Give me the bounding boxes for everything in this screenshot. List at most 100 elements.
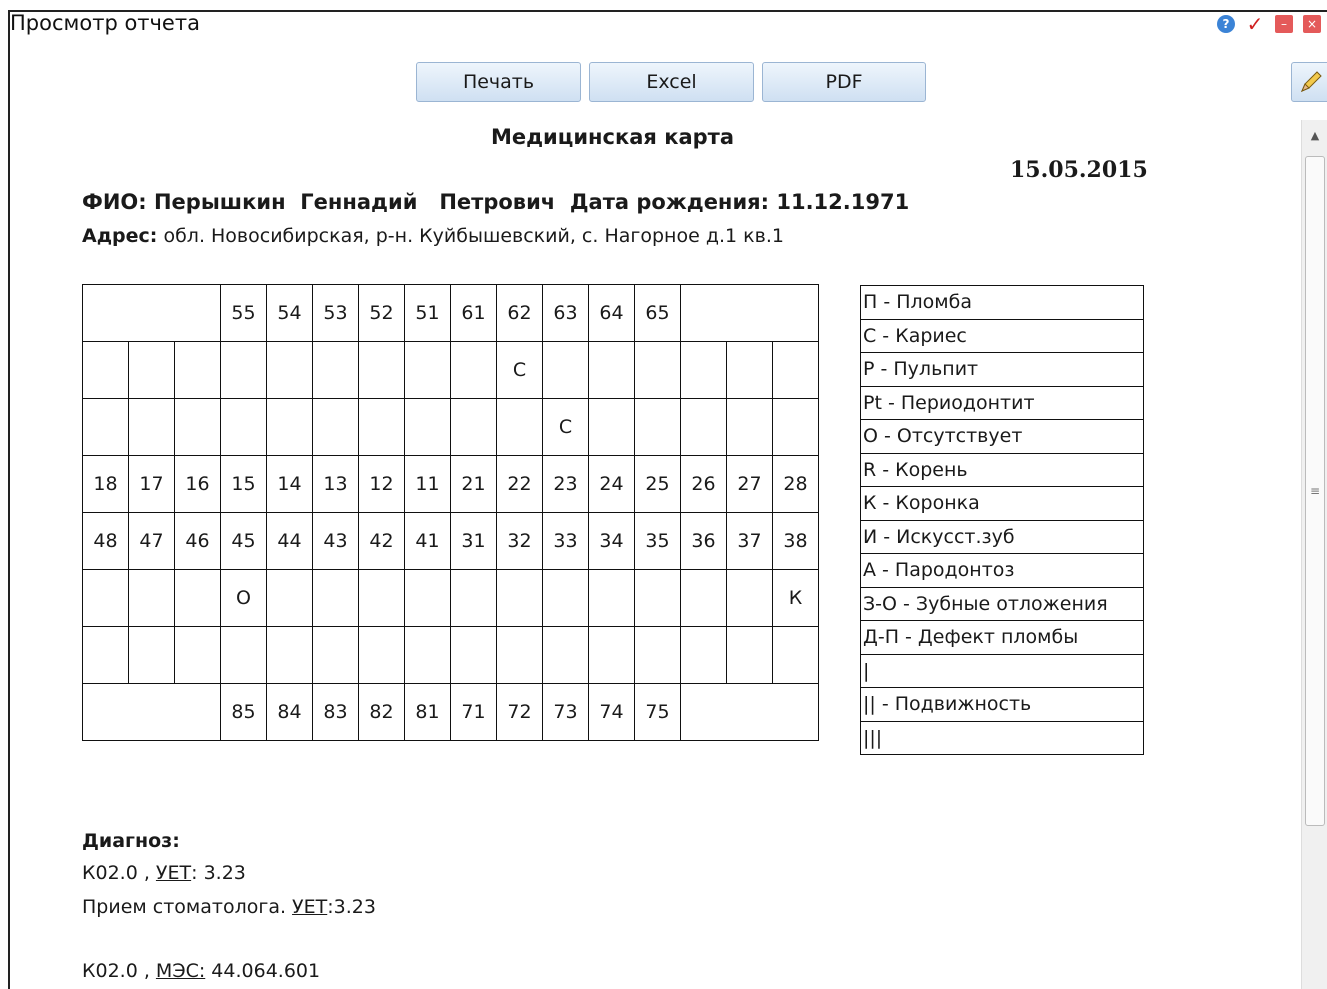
status-cell — [82, 341, 129, 399]
window-title: Просмотр отчета — [10, 11, 200, 35]
legend-row: З-О - Зубные отложения — [860, 586, 1144, 621]
legend-item: П - Пломба — [860, 285, 1144, 320]
status-cell — [680, 569, 727, 627]
status-cell — [220, 626, 267, 684]
status-cell — [312, 569, 359, 627]
blank-cell — [680, 284, 819, 342]
status-cell — [542, 626, 589, 684]
help-icon[interactable]: ? — [1217, 15, 1235, 33]
tooth-cell: 85 — [220, 683, 267, 741]
mes-link[interactable]: МЭС: — [156, 960, 205, 982]
status-cell — [358, 341, 405, 399]
address-value: обл. Новосибирская, р-н. Куйбышевский, с… — [163, 225, 784, 247]
minimize-icon[interactable]: – — [1275, 15, 1293, 33]
legend-item: Д-П - Дефект пломбы — [860, 620, 1144, 655]
legend-row: С - Кариес — [860, 318, 1144, 353]
tooth-cell: 21 — [450, 455, 497, 513]
tooth-cell: 16 — [174, 455, 221, 513]
status-cell — [542, 569, 589, 627]
status-cell — [220, 341, 267, 399]
tooth-cell: 34 — [588, 512, 635, 570]
status-cell — [174, 341, 221, 399]
status-cell: C — [542, 398, 589, 456]
status-cell — [82, 398, 129, 456]
legend-row: Д-П - Дефект пломбы — [860, 620, 1144, 655]
close-icon[interactable]: × — [1303, 15, 1321, 33]
tooth-cell: 11 — [404, 455, 451, 513]
tooth-cell: 46 — [174, 512, 221, 570]
status-cell — [542, 341, 589, 399]
status-cell — [174, 569, 221, 627]
tooth-cell: 22 — [496, 455, 543, 513]
uet-link[interactable]: УЕТ — [292, 896, 327, 918]
dental-legend: П - Пломба С - Кариес Р - Пульпит Pt - Пери… — [860, 285, 1144, 755]
pdf-button[interactable]: PDF — [762, 62, 926, 102]
tooth-cell: 72 — [496, 683, 543, 741]
legend-row: К - Коронка — [860, 486, 1144, 521]
legend-item: З-О - Зубные отложения — [860, 586, 1144, 621]
legend-row: О - Отсутствует — [860, 419, 1144, 454]
legend-row: И - Искусст.зуб — [860, 519, 1144, 554]
status-cell — [772, 341, 819, 399]
legend-item: | — [860, 653, 1144, 688]
tooth-cell: 28 — [772, 455, 819, 513]
tooth-cell: 74 — [588, 683, 635, 741]
status-cell — [450, 398, 497, 456]
status-cell: О — [220, 569, 267, 627]
tooth-cell: 42 — [358, 512, 405, 570]
tooth-cell: 37 — [726, 512, 773, 570]
status-cell — [496, 626, 543, 684]
legend-item: О - Отсутствует — [860, 419, 1144, 454]
status-cell — [726, 398, 773, 456]
tooth-cell: 27 — [726, 455, 773, 513]
tooth-cell: 13 — [312, 455, 359, 513]
excel-button[interactable]: Excel — [589, 62, 754, 102]
mes-value: 44.064.601 — [211, 960, 321, 982]
legend-item: Р - Пульпит — [860, 352, 1144, 387]
legend-item: ||| — [860, 720, 1144, 755]
status-cell — [450, 626, 497, 684]
legend-item: А - Пародонтоз — [860, 553, 1144, 588]
status-cell — [128, 398, 175, 456]
service-name: Прием стоматолога. — [82, 896, 286, 918]
edit-button[interactable] — [1291, 62, 1327, 102]
status-cell — [174, 626, 221, 684]
tooth-cell: 84 — [266, 683, 313, 741]
upper-primary-row: 55 54 53 52 51 61 62 63 64 65 — [82, 284, 819, 342]
uet-link[interactable]: УЕТ — [156, 862, 191, 884]
scroll-thumb[interactable]: ≡ — [1305, 156, 1325, 826]
legend-item: R - Корень — [860, 452, 1144, 487]
status-cell — [726, 569, 773, 627]
tooth-cell: 23 — [542, 455, 589, 513]
tooth-cell: 63 — [542, 284, 589, 342]
tooth-cell: 45 — [220, 512, 267, 570]
status-cell — [266, 341, 313, 399]
status-cell — [496, 398, 543, 456]
tooth-cell: 54 — [266, 284, 313, 342]
tooth-cell: 35 — [634, 512, 681, 570]
status-cell — [588, 398, 635, 456]
print-button[interactable]: Печать — [416, 62, 581, 102]
status-cell — [726, 626, 773, 684]
status-cell — [634, 626, 681, 684]
status-cell: C — [496, 341, 543, 399]
upper-marks-row: C — [82, 398, 819, 456]
status-cell — [772, 626, 819, 684]
tooth-cell: 83 — [312, 683, 359, 741]
status-cell — [404, 341, 451, 399]
status-cell — [128, 341, 175, 399]
tooth-cell: 51 — [404, 284, 451, 342]
legend-item: И - Искусст.зуб — [860, 519, 1144, 554]
check-icon[interactable]: ✓ — [1245, 12, 1265, 36]
vertical-scrollbar[interactable]: ▲ ≡ — [1301, 120, 1327, 989]
status-cell — [174, 398, 221, 456]
tooth-cell: 41 — [404, 512, 451, 570]
diagnosis-line-1: К02.0 , УЕТ: 3.23 — [82, 862, 246, 884]
legend-item: С - Кариес — [860, 318, 1144, 353]
tooth-cell: 53 — [312, 284, 359, 342]
status-cell — [680, 398, 727, 456]
status-cell — [82, 569, 129, 627]
scroll-up-icon[interactable]: ▲ — [1302, 120, 1327, 150]
upper-marks-row: C — [82, 341, 819, 399]
uet-value: : 3.23 — [191, 862, 246, 884]
